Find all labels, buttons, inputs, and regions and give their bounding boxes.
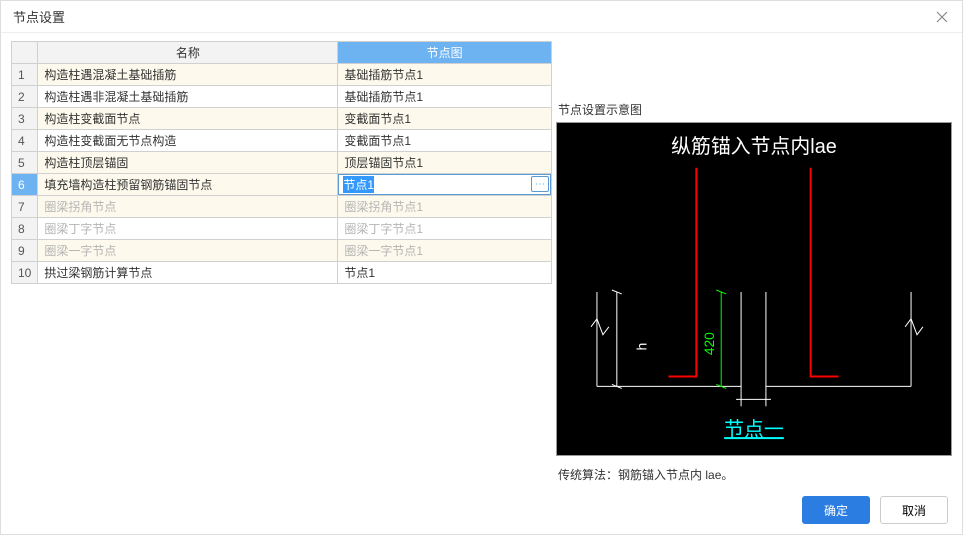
table-panel: 名称 节点图 1构造柱遇混凝土基础插筋基础插筋节点12构造柱遇非混凝土基础插筋基… [11,41,552,486]
table-row[interactable]: 3构造柱变截面节点变截面节点1 [12,108,552,130]
algorithm-label: 传统算法： [558,468,618,482]
cell-diagram[interactable]: 圈梁一字节点1 [338,240,552,262]
row-number[interactable]: 1 [12,64,38,86]
preview-panel: 节点设置示意图 纵筋锚入节点内lae [556,99,952,486]
row-number[interactable]: 3 [12,108,38,130]
cell-name[interactable]: 圈梁拐角节点 [38,196,338,218]
cell-name[interactable]: 构造柱遇非混凝土基础插筋 [38,86,338,108]
dialog-body: 名称 节点图 1构造柱遇混凝土基础插筋基础插筋节点12构造柱遇非混凝土基础插筋基… [1,33,962,486]
table-row[interactable]: 7圈梁拐角节点圈梁拐角节点1 [12,196,552,218]
cell-diagram[interactable]: 圈梁丁字节点1 [338,218,552,240]
row-number[interactable]: 7 [12,196,38,218]
diagram-bottom-label: 节点一 [724,419,784,441]
diagram-top-label: 纵筋锚入节点内lae [671,136,837,158]
cell-diagram[interactable]: 顶层锚固节点1 [338,152,552,174]
preview-title: 节点设置示意图 [556,99,952,122]
row-number[interactable]: 9 [12,240,38,262]
node-settings-dialog: 节点设置 名称 节点图 1构造柱遇混凝土基础插筋基础插筋节点12构造柱遇非混凝土… [0,0,963,535]
header-diagram[interactable]: 节点图 [338,42,552,64]
dialog-title: 节点设置 [13,7,930,26]
table-row[interactable]: 1构造柱遇混凝土基础插筋基础插筋节点1 [12,64,552,86]
diagram-browse-button[interactable]: ⋯ [531,176,549,192]
header-name[interactable]: 名称 [38,42,338,64]
diagram-edit-input[interactable] [338,174,551,195]
ok-button[interactable]: 确定 [802,496,870,524]
algorithm-text: 传统算法：钢筋锚入节点内 lae。 [556,456,952,483]
table-row[interactable]: 8圈梁丁字节点圈梁丁字节点1 [12,218,552,240]
cell-diagram[interactable]: 圈梁拐角节点1 [338,196,552,218]
diagram-svg: 纵筋锚入节点内lae h [557,123,951,455]
cell-name[interactable]: 构造柱变截面节点 [38,108,338,130]
cell-name[interactable]: 圈梁一字节点 [38,240,338,262]
table-row[interactable]: 9圈梁一字节点圈梁一字节点1 [12,240,552,262]
row-number[interactable]: 2 [12,86,38,108]
diagram-preview: 纵筋锚入节点内lae h [556,122,952,456]
diagram-h-label: h [634,343,650,351]
row-number[interactable]: 5 [12,152,38,174]
row-number[interactable]: 6 [12,174,38,196]
close-icon [936,11,948,23]
cell-diagram[interactable]: 基础插筋节点1 [338,64,552,86]
cell-name[interactable]: 构造柱变截面无节点构造 [38,130,338,152]
cell-diagram[interactable]: 变截面节点1 [338,130,552,152]
table-row[interactable]: 4构造柱变截面无节点构造变截面节点1 [12,130,552,152]
nodes-table: 名称 节点图 1构造柱遇混凝土基础插筋基础插筋节点12构造柱遇非混凝土基础插筋基… [11,41,552,284]
row-number[interactable]: 4 [12,130,38,152]
cell-diagram[interactable]: 节点1 [338,262,552,284]
cell-name[interactable]: 构造柱顶层锚固 [38,152,338,174]
row-number[interactable]: 8 [12,218,38,240]
cell-diagram[interactable]: 基础插筋节点1 [338,86,552,108]
titlebar: 节点设置 [1,1,962,33]
dialog-footer: 确定 取消 [1,486,962,534]
cell-name[interactable]: 圈梁丁字节点 [38,218,338,240]
cell-name[interactable]: 构造柱遇混凝土基础插筋 [38,64,338,86]
table-row[interactable]: 2构造柱遇非混凝土基础插筋基础插筋节点1 [12,86,552,108]
diagram-value: 420 [701,332,717,355]
cell-name[interactable]: 填充墙构造柱预留钢筋锚固节点 [38,174,338,196]
cancel-button[interactable]: 取消 [880,496,948,524]
cell-diagram[interactable]: 变截面节点1 [338,108,552,130]
header-rownum [12,42,38,64]
algorithm-value: 钢筋锚入节点内 lae。 [618,468,733,482]
cell-name[interactable]: 拱过梁钢筋计算节点 [38,262,338,284]
row-number[interactable]: 10 [12,262,38,284]
cell-diagram[interactable]: ⋯ [338,174,552,196]
table-row[interactable]: 10拱过梁钢筋计算节点节点1 [12,262,552,284]
table-row[interactable]: 5构造柱顶层锚固顶层锚固节点1 [12,152,552,174]
close-button[interactable] [930,5,954,29]
table-row[interactable]: 6填充墙构造柱预留钢筋锚固节点 ⋯ [12,174,552,196]
